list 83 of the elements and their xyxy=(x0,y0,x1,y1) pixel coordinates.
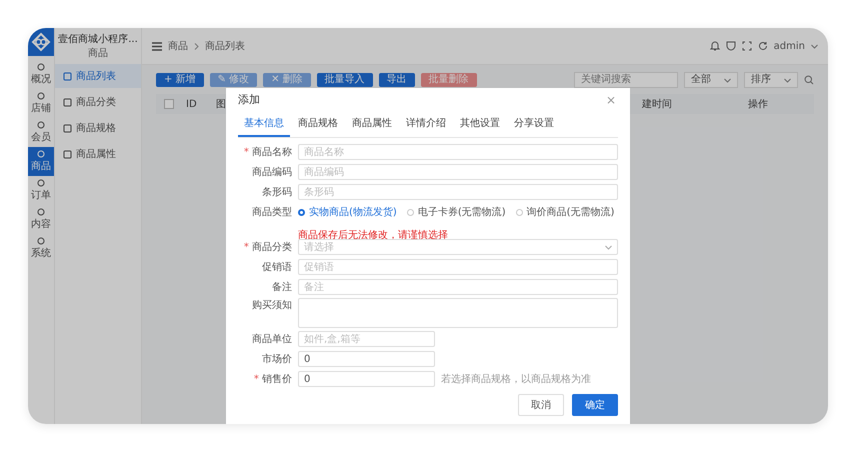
circle-icon xyxy=(37,92,45,100)
dialog-title: 添加 xyxy=(238,92,260,107)
field-label: 购买须知 xyxy=(251,299,293,312)
textarea-field[interactable] xyxy=(298,298,618,328)
tab[interactable]: 商品规格 xyxy=(292,111,344,137)
toolbar-button[interactable]: 批量导入 xyxy=(316,73,373,87)
field-label: 条形码 xyxy=(261,186,293,199)
field-label: 商品编码 xyxy=(251,166,293,179)
warning-text: 商品保存后无法修改，请谨慎选择 xyxy=(298,230,448,241)
nav-rail-item[interactable]: 订单 xyxy=(28,176,54,205)
menu-icon[interactable] xyxy=(152,42,162,50)
circle-icon xyxy=(37,179,45,187)
square-icon xyxy=(63,72,72,80)
input-field[interactable]: 0 xyxy=(298,351,435,367)
circle-icon xyxy=(37,63,45,71)
sidebar-item[interactable]: 商品属性 xyxy=(55,142,141,166)
field-label: 促销语 xyxy=(261,261,293,274)
checkbox[interactable] xyxy=(164,99,174,109)
tab[interactable]: 其他设置 xyxy=(454,111,506,137)
search-icon[interactable] xyxy=(804,75,814,85)
field-label: 商品单位 xyxy=(251,332,293,346)
tab[interactable]: 商品属性 xyxy=(346,111,398,137)
nav-rail-item[interactable]: 内容 xyxy=(28,205,54,234)
circle-icon xyxy=(37,237,45,245)
sidebar-item[interactable]: 商品分类 xyxy=(55,90,141,114)
search-field[interactable]: 关键词搜索 xyxy=(574,72,678,88)
column-header: 操作 xyxy=(748,98,768,111)
circle-icon xyxy=(37,208,45,216)
shield-icon[interactable] xyxy=(726,41,736,51)
refresh-icon[interactable] xyxy=(758,41,768,51)
square-icon xyxy=(63,150,72,158)
input-field[interactable]: 促销语 xyxy=(298,259,618,275)
field-label: * 商品分类 xyxy=(242,240,293,254)
chevron-down-icon xyxy=(784,78,791,82)
filter-select[interactable]: 全部 xyxy=(684,72,738,88)
column-header: 建时间 xyxy=(642,98,673,111)
radio-option[interactable]: 实物商品(物流发货) xyxy=(298,205,397,219)
radio-option[interactable]: 电子卡券(无需物流) xyxy=(406,205,506,219)
nav-rail-item[interactable]: 店铺 xyxy=(28,89,54,118)
sidebar-item[interactable]: 商品规格 xyxy=(55,116,141,140)
tab[interactable]: 基本信息 xyxy=(238,111,290,137)
chevron-right-icon xyxy=(194,42,199,50)
chevron-down-icon xyxy=(605,244,612,250)
nav-rail-item[interactable]: 商品 xyxy=(28,147,54,176)
section-title: 商品 xyxy=(88,46,108,60)
sidebar-item[interactable]: 商品列表 xyxy=(55,64,141,88)
toolbar-button[interactable]: + 新增 xyxy=(156,73,204,87)
breadcrumb-item[interactable]: 商品 xyxy=(168,39,188,53)
nav-rail-item[interactable]: 会员 xyxy=(28,118,54,147)
field-label: * 销售价 xyxy=(252,373,293,386)
sort-select[interactable]: 排序 xyxy=(744,72,798,88)
toolbar-button[interactable]: 导出 xyxy=(378,73,415,87)
user-menu[interactable]: admin xyxy=(774,40,805,52)
fullscreen-icon[interactable] xyxy=(742,41,752,51)
chevron-down-icon[interactable] xyxy=(811,44,818,48)
input-field[interactable]: 备注 xyxy=(298,279,618,295)
chevron-down-icon xyxy=(724,78,731,82)
square-icon xyxy=(63,124,72,132)
field-note: 若选择商品规格，以商品规格为准 xyxy=(441,372,591,386)
circle-icon xyxy=(37,121,45,129)
input-field[interactable]: 条形码 xyxy=(298,184,618,200)
input-field[interactable]: 如件,盒,箱等 xyxy=(298,331,435,347)
column-header: 图 xyxy=(216,98,226,111)
square-icon xyxy=(63,98,72,106)
input-field[interactable]: 商品名称 xyxy=(298,144,618,160)
field-label: * 商品名称 xyxy=(242,146,293,159)
column-header: ID xyxy=(186,98,198,110)
dialog-button[interactable]: 取消 xyxy=(518,394,564,416)
radio-option[interactable]: 询价商品(无需物流) xyxy=(516,205,614,219)
circle-icon xyxy=(37,150,45,158)
field-label: 市场价 xyxy=(261,352,293,366)
nav-rail-item[interactable]: 概况 xyxy=(28,60,54,89)
field-label: 备注 xyxy=(271,280,293,294)
field-label: 商品类型 xyxy=(251,206,293,219)
dialog-button[interactable]: 确定 xyxy=(572,394,618,416)
tab[interactable]: 详情介绍 xyxy=(400,111,452,137)
input-field[interactable]: 商品编码 xyxy=(298,164,618,180)
tab[interactable]: 分享设置 xyxy=(508,111,560,137)
app-title: 壹佰商城小程序... xyxy=(58,32,138,46)
breadcrumb-item[interactable]: 商品列表 xyxy=(205,39,245,53)
input-field[interactable]: 0 xyxy=(298,371,435,387)
bell-icon[interactable] xyxy=(710,41,720,51)
nav-rail-item[interactable]: 系统 xyxy=(28,234,54,263)
